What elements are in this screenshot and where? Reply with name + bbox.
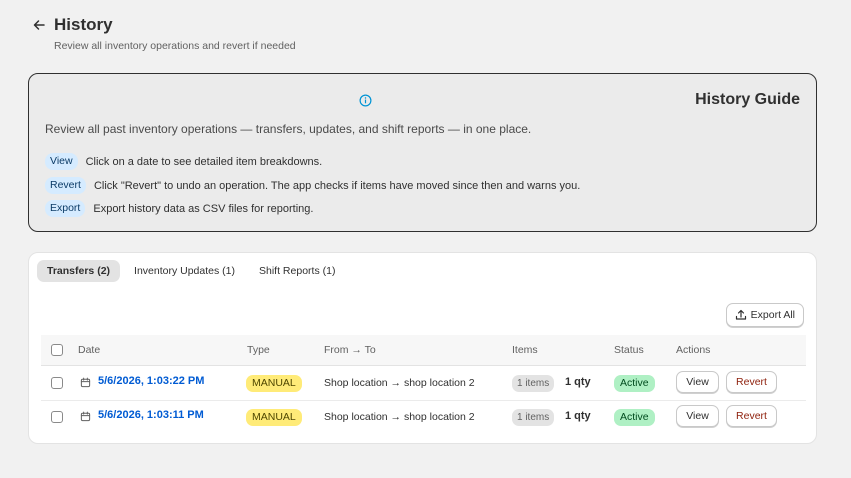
status-badge: Active <box>614 375 655 392</box>
guide-row-view: View Click on a date to see detailed ite… <box>45 153 322 170</box>
items-badge: 1 items <box>512 375 555 392</box>
table-row: 5/6/2026, 1:03:22 PM MANUAL Shop locatio… <box>41 366 806 401</box>
type-badge: MANUAL <box>246 375 302 392</box>
guide-pill-revert: Revert <box>45 177 86 194</box>
qty-text: 1 qty <box>565 410 591 422</box>
column-status: Status <box>614 344 644 356</box>
info-icon[interactable] <box>359 94 372 107</box>
guide-text-export: Export history data as CSV files for rep… <box>93 202 314 215</box>
items-badge: 1 items <box>512 409 555 426</box>
select-all-checkbox[interactable] <box>51 344 63 356</box>
back-button[interactable] <box>30 16 48 34</box>
date-link[interactable]: 5/6/2026, 1:03:11 PM <box>98 409 204 421</box>
column-type: Type <box>247 344 270 356</box>
export-all-button[interactable]: Export All <box>725 303 804 327</box>
guide-text-view: Click on a date to see detailed item bre… <box>85 155 323 168</box>
revert-button[interactable]: Revert <box>726 405 777 427</box>
history-card: Transfers (2) Inventory Updates (1) Shif… <box>28 252 817 444</box>
table-row: 5/6/2026, 1:03:11 PM MANUAL Shop locatio… <box>41 400 806 434</box>
guide-pill-export: Export <box>45 200 86 217</box>
route-text: Shop location → shop location 2 <box>324 377 475 389</box>
date-link[interactable]: 5/6/2026, 1:03:22 PM <box>98 375 204 387</box>
revert-button[interactable]: Revert <box>726 371 777 393</box>
guide-row-export: Export Export history data as CSV files … <box>45 200 313 217</box>
calendar-icon <box>80 377 91 388</box>
history-guide-panel: History Guide Review all past inventory … <box>28 73 817 232</box>
status-badge: Active <box>614 409 655 426</box>
history-tabs: Transfers (2) Inventory Updates (1) Shif… <box>37 260 349 282</box>
column-actions: Actions <box>676 344 711 356</box>
export-all-label: Export All <box>750 309 795 321</box>
page-title: History <box>54 15 113 34</box>
guide-title: History Guide <box>695 91 800 108</box>
guide-text-revert: Click "Revert" to undo an operation. The… <box>93 179 581 192</box>
column-items: Items <box>512 344 538 356</box>
table-header: Date Type From → To Items Status Actions <box>41 335 806 366</box>
view-button[interactable]: View <box>676 371 719 393</box>
calendar-icon <box>80 411 91 422</box>
upload-icon <box>735 309 746 320</box>
page-subtitle: Review all inventory operations and reve… <box>54 40 296 52</box>
arrow-left-icon <box>33 20 45 30</box>
qty-text: 1 qty <box>565 376 591 388</box>
route-text: Shop location → shop location 2 <box>324 411 475 423</box>
tab-transfers[interactable]: Transfers (2) <box>37 260 121 282</box>
type-badge: MANUAL <box>246 409 302 426</box>
column-route: From → To <box>324 344 376 356</box>
row-checkbox[interactable] <box>51 377 63 389</box>
guide-pill-view: View <box>45 153 78 170</box>
row-checkbox[interactable] <box>51 411 63 423</box>
column-date: Date <box>78 344 101 356</box>
view-button[interactable]: View <box>676 405 719 427</box>
guide-row-revert: Revert Click "Revert" to undo an operati… <box>45 177 580 194</box>
tab-inventory-updates[interactable]: Inventory Updates (1) <box>124 260 245 282</box>
tab-shift-reports[interactable]: Shift Reports (1) <box>249 260 345 282</box>
guide-description: Review all past inventory operations — t… <box>45 122 532 136</box>
